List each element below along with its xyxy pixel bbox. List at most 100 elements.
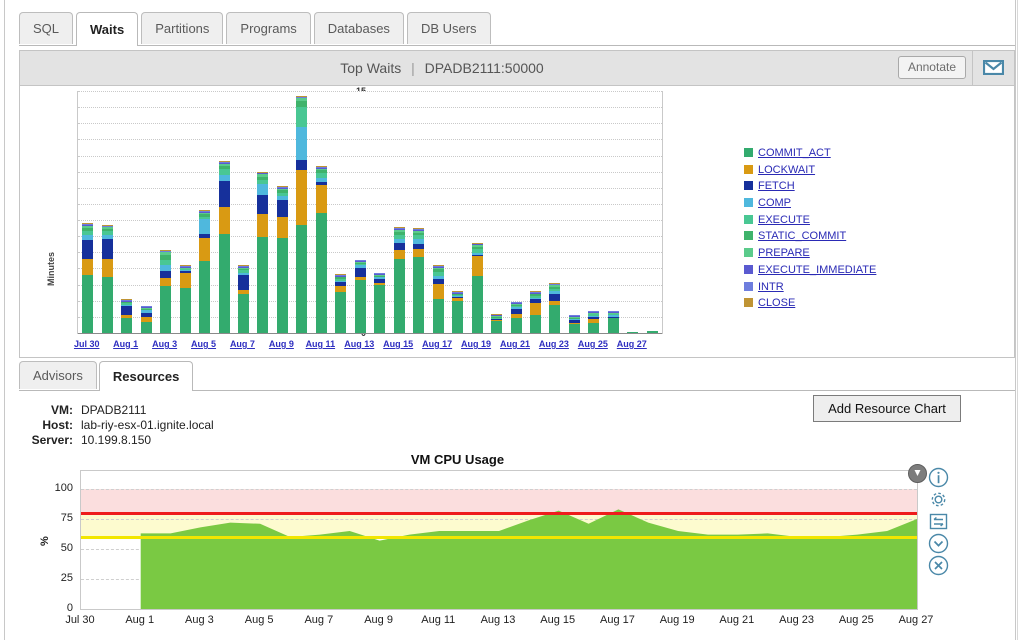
bar-column[interactable] (140, 305, 152, 333)
x-axis-tick[interactable]: Jul 30 (67, 339, 107, 349)
legend-swatch-icon (744, 231, 753, 241)
bar-column[interactable] (374, 272, 386, 333)
bar-column[interactable] (568, 314, 580, 333)
x-axis-tick[interactable]: Aug 1 (106, 339, 146, 349)
x-axis-tick[interactable]: Aug 13 (339, 339, 379, 349)
bar-column[interactable] (101, 225, 113, 333)
bar-column[interactable] (296, 95, 308, 333)
bar-segment (432, 283, 444, 300)
legend-item[interactable]: CLOSE (744, 294, 974, 311)
x-axis-tick[interactable]: Aug 11 (300, 339, 340, 349)
tab-db-users[interactable]: DB Users (406, 12, 491, 44)
legend-label[interactable]: LOCKWAIT (758, 164, 815, 176)
x-axis-tick[interactable]: Aug 9 (261, 339, 301, 349)
tab-waits[interactable]: Waits (76, 12, 139, 46)
x-axis-tick[interactable]: Aug 3 (145, 339, 185, 349)
legend-item[interactable]: EXECUTE_IMMEDIATE (744, 261, 974, 278)
bar-column[interactable] (549, 283, 561, 333)
legend-item[interactable]: EXECUTE (744, 211, 974, 228)
bar-segment (627, 332, 639, 333)
bar-column[interactable] (529, 291, 541, 333)
legend-label[interactable]: FETCH (758, 180, 795, 192)
legend-label[interactable]: CLOSE (758, 297, 795, 309)
bar-column[interactable] (199, 210, 211, 333)
bar-column[interactable] (121, 299, 133, 333)
cpu-x-axis-tick: Jul 30 (65, 614, 95, 626)
bar-column[interactable] (646, 331, 658, 333)
bar-column[interactable] (218, 161, 230, 333)
legend-item[interactable]: COMMIT_ACT (744, 144, 974, 161)
legend-label[interactable]: COMMIT_ACT (758, 147, 831, 159)
x-axis-tick[interactable]: Aug 7 (222, 339, 262, 349)
panel-title-text: Top Waits (340, 60, 402, 76)
legend-item[interactable]: COMP (744, 194, 974, 211)
bar-segment (276, 216, 288, 238)
bar-column[interactable] (607, 310, 619, 333)
cpu-x-axis-tick: Aug 17 (599, 614, 635, 626)
gear-icon[interactable] (927, 488, 949, 510)
bar-column[interactable] (257, 171, 269, 333)
legend-label[interactable]: PREPARE (758, 247, 810, 259)
info-icon[interactable] (927, 466, 949, 488)
bar-column[interactable] (432, 265, 444, 333)
legend-label[interactable]: STATIC_COMMIT (758, 230, 846, 242)
x-axis-tick[interactable]: Aug 27 (612, 339, 652, 349)
x-axis-tick[interactable]: Aug 17 (417, 339, 457, 349)
vm-info-row: VM: DPADB2111 (25, 403, 214, 418)
x-axis-tick[interactable]: Aug 15 (378, 339, 418, 349)
close-icon[interactable] (927, 554, 949, 576)
x-axis-tick[interactable]: Aug 5 (184, 339, 224, 349)
bar-column[interactable] (510, 301, 522, 333)
bar-column[interactable] (82, 223, 94, 333)
bar-column[interactable] (452, 291, 464, 333)
bar-column[interactable] (354, 259, 366, 333)
tab-resources[interactable]: Resources (98, 361, 194, 391)
window-right-edge (1017, 0, 1024, 640)
legend-item[interactable]: LOCKWAIT (744, 161, 974, 178)
envelope-icon[interactable] (977, 56, 1010, 79)
add-resource-chart-button[interactable]: Add Resource Chart (813, 395, 961, 422)
cpu-x-axis-tick: Aug 7 (304, 614, 334, 626)
cpu-area-series (140, 509, 917, 609)
bar-column[interactable] (315, 166, 327, 333)
annotate-button[interactable]: Annotate (897, 56, 966, 79)
host-label: Host: (42, 418, 73, 432)
bar-column[interactable] (588, 310, 600, 333)
tab-advisors[interactable]: Advisors (19, 361, 97, 389)
legend-item[interactable]: STATIC_COMMIT (744, 227, 974, 244)
tab-sql[interactable]: SQL (19, 12, 74, 44)
legend-label[interactable]: EXECUTE (758, 214, 810, 226)
bar-column[interactable] (393, 227, 405, 333)
tab-databases[interactable]: Databases (313, 12, 404, 44)
primary-tab-bar: SQL Waits Partitions Programs Databases DB Us… (19, 12, 1015, 46)
bar-segment (296, 224, 308, 333)
legend-swatch-icon (744, 164, 753, 174)
tab-partitions[interactable]: Partitions (141, 12, 224, 44)
bar-column[interactable] (627, 332, 639, 333)
bar-column[interactable] (179, 265, 191, 333)
marker-line (917, 471, 918, 609)
bar-column[interactable] (237, 265, 249, 333)
tab-programs[interactable]: Programs (226, 12, 311, 44)
bar-column[interactable] (276, 186, 288, 333)
x-axis-tick[interactable]: Aug 21 (495, 339, 535, 349)
x-axis-tick[interactable]: Aug 25 (573, 339, 613, 349)
bar-column[interactable] (160, 250, 172, 333)
time-marker-handle[interactable] (907, 464, 927, 483)
legend-item[interactable]: FETCH (744, 177, 974, 194)
legend-item[interactable]: INTR (744, 278, 974, 295)
legend-label[interactable]: COMP (758, 197, 791, 209)
x-axis-tick[interactable]: Aug 19 (456, 339, 496, 349)
legend-label[interactable]: INTR (758, 281, 784, 293)
chevron-down-icon[interactable] (927, 532, 949, 554)
bar-column[interactable] (335, 274, 347, 333)
title-separator: | (411, 60, 415, 76)
legend-label[interactable]: EXECUTE_IMMEDIATE (758, 264, 876, 276)
chart-tool-icons (927, 466, 953, 576)
swap-icon[interactable] (927, 510, 949, 532)
bar-column[interactable] (471, 242, 483, 333)
legend-item[interactable]: PREPARE (744, 244, 974, 261)
x-axis-tick[interactable]: Aug 23 (534, 339, 574, 349)
bar-column[interactable] (413, 228, 425, 333)
bar-column[interactable] (491, 313, 503, 333)
